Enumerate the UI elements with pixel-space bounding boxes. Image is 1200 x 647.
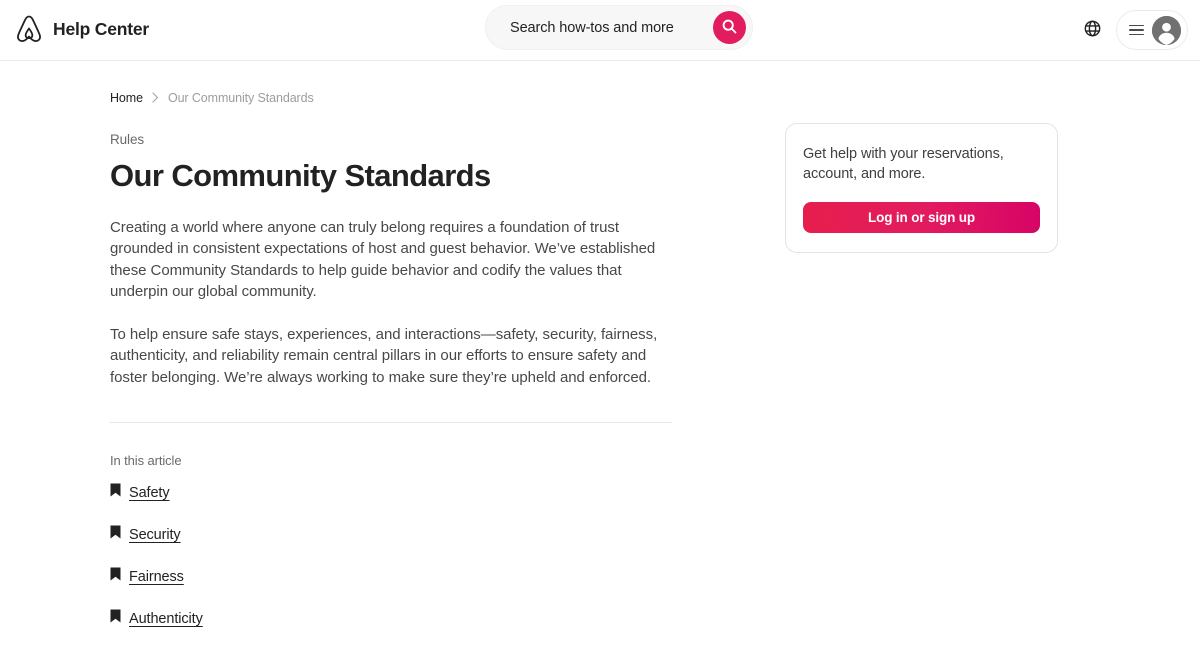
search-bar[interactable] [485,5,753,50]
toc-link-safety[interactable]: Safety [110,483,170,502]
account-menu-button[interactable] [1116,10,1188,50]
content-container: Home Our Community Standards Rules Our C… [0,61,1200,647]
toc-link-label: Safety [129,484,170,501]
brand-home-link[interactable]: Help Center [14,14,149,46]
site-header: Help Center [0,0,1200,61]
login-signup-button[interactable]: Log in or sign up [803,202,1040,233]
search-submit-button[interactable] [713,11,746,44]
page-body: Home Our Community Standards Rules Our C… [0,61,1200,647]
search-pill[interactable] [485,5,753,50]
help-card: Get help with your reservations, account… [785,123,1058,253]
breadcrumb-home-link[interactable]: Home [110,91,143,105]
main-column: Home Our Community Standards Rules Our C… [110,61,672,647]
help-card-text: Get help with your reservations, account… [803,146,1004,182]
toc-link-label: Security [129,526,181,543]
hamburger-menu-icon [1129,24,1144,36]
list-item: Authenticity [110,609,672,628]
bookmark-icon [110,483,121,502]
list-item: Security [110,525,672,544]
breadcrumb-current-page: Our Community Standards [167,91,314,105]
bookmark-icon [110,567,121,586]
bookmark-icon [110,609,121,628]
toc-list: Safety Security Fairness Authenticity [110,483,672,647]
sidebar-column: Get help with your reservations, account… [672,61,1090,253]
page-title: Our Community Standards [110,158,491,193]
language-globe-button[interactable] [1074,12,1110,48]
article-category-label: Rules [110,132,145,147]
search-icon [722,19,737,37]
toc-link-security[interactable]: Security [110,525,181,544]
airbnb-belo-logo-icon [14,14,44,46]
toc-link-label: Fairness [129,568,184,585]
globe-icon [1084,20,1101,40]
toc-link-authenticity[interactable]: Authenticity [110,609,203,628]
list-item: Safety [110,483,672,502]
search-input[interactable] [510,19,713,36]
breadcrumb: Home Our Community Standards [110,61,672,105]
content-columns: Home Our Community Standards Rules Our C… [110,61,1090,647]
chevron-right-icon [152,91,159,105]
header-right-controls [1074,10,1188,50]
article-paragraph-2: To help ensure safe stays, experiences, … [110,325,658,386]
list-item: Fairness [110,567,672,586]
user-avatar-icon [1152,15,1181,45]
toc-link-label: Authenticity [129,610,203,627]
article-paragraph-1: Creating a world where anyone can truly … [110,218,656,301]
toc-heading: In this article [110,453,182,469]
bookmark-icon [110,525,121,544]
brand-name-label: Help Center [53,19,150,40]
toc-link-fairness[interactable]: Fairness [110,567,184,586]
section-divider [110,422,672,424]
